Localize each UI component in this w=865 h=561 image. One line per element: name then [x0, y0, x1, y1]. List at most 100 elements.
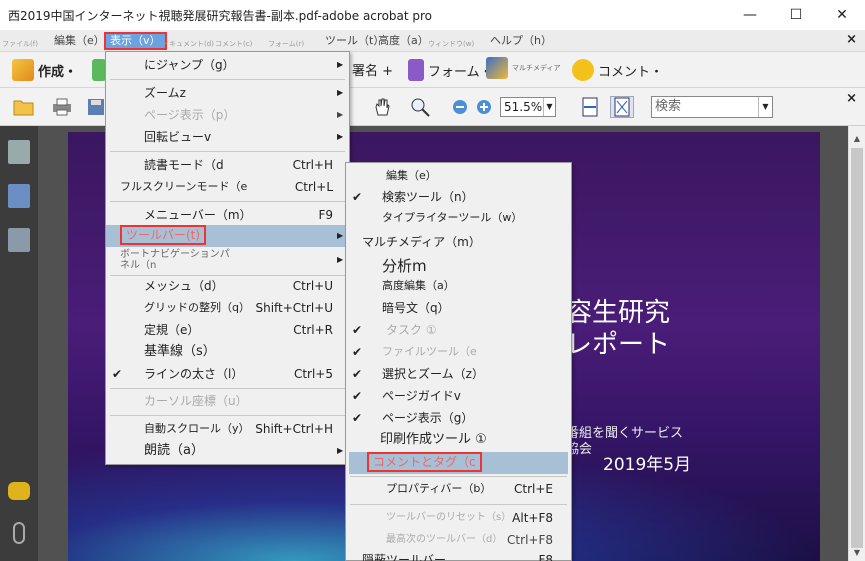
- zoom-level-input[interactable]: 51.5% ▼: [500, 97, 556, 117]
- search-dropdown-icon[interactable]: ▼: [758, 97, 772, 117]
- menu-edit[interactable]: 編集（e）: [54, 32, 105, 50]
- window-title: 西2019中国インターネット視聴発展研究報告書-副本.pdf-adobe acr…: [8, 8, 433, 23]
- signatures-icon[interactable]: [8, 228, 30, 252]
- submenu-item-tasks[interactable]: ✔ タスク ①: [346, 319, 571, 341]
- checkmark-icon: ✔: [352, 389, 363, 403]
- menu-separator: [110, 79, 345, 80]
- multimedia-icon: [486, 57, 508, 79]
- vertical-scrollbar[interactable]: ▲ ▼: [848, 126, 865, 561]
- menu-item-toolbars[interactable]: ツールバー(t) ▶: [106, 225, 349, 247]
- submenu-item-reset-toolbars[interactable]: ツールバーのリセット（s） Alt+F8: [346, 507, 571, 529]
- menu-item-menu-bar[interactable]: メニューバー（m） F9: [106, 204, 349, 226]
- submenu-item-analysis[interactable]: 分析m: [346, 255, 571, 277]
- submenu-arrow-icon: ▶: [337, 110, 344, 119]
- menu-advanced[interactable]: 高度（a）: [378, 32, 429, 50]
- close-button[interactable]: ✕: [819, 0, 865, 30]
- menu-item-auto-scroll[interactable]: 自動スクロール（y） Shift+Ctrl+H: [106, 418, 349, 440]
- attachments-icon[interactable]: [13, 522, 25, 544]
- comment-icon: [572, 59, 594, 81]
- menu-item-full-screen[interactable]: フルスクリーンモード（e Ctrl+L: [106, 176, 349, 198]
- menu-item-guides[interactable]: 基準線（s）: [106, 341, 349, 363]
- menu-separator: [350, 476, 567, 477]
- menu-item-zoom[interactable]: ズームz ▶: [106, 82, 349, 104]
- close-toolbar-icon[interactable]: ×: [846, 91, 857, 106]
- comment-button[interactable]: コメント・: [572, 59, 663, 81]
- marquee-zoom-icon[interactable]: [408, 96, 432, 118]
- create-button[interactable]: 作成・: [12, 59, 77, 81]
- submenu-arrow-icon: ▶: [337, 132, 344, 141]
- close-doc-icon[interactable]: ×: [846, 32, 857, 47]
- multimedia-button[interactable]: マルチメディア: [486, 57, 561, 79]
- scroll-down-icon[interactable]: ▼: [849, 548, 865, 557]
- create-label: 作成・: [38, 64, 78, 80]
- menu-view[interactable]: 表示（v）: [104, 32, 167, 50]
- checkmark-icon: ✔: [352, 323, 363, 337]
- combine-button[interactable]: [92, 59, 106, 81]
- submenu-arrow-icon: ▶: [337, 60, 344, 69]
- submenu-arrow-icon: ▶: [337, 231, 344, 240]
- hand-tool-icon[interactable]: [370, 96, 394, 118]
- submenu-item-find[interactable]: ✔ 検索ツール（n）: [346, 186, 571, 208]
- bookmarks-icon[interactable]: [8, 184, 30, 208]
- print-icon[interactable]: [50, 96, 74, 118]
- menu-item-read-mode[interactable]: 読書モード（d Ctrl+H: [106, 154, 349, 176]
- zoom-in-icon[interactable]: [472, 96, 496, 118]
- create-icon: [12, 59, 34, 81]
- scroll-up-icon[interactable]: ▲: [849, 134, 865, 143]
- submenu-item-edit[interactable]: 編集（e）: [346, 165, 571, 187]
- menu-item-cursor-coordinates[interactable]: カーソル座標（u）: [106, 390, 349, 412]
- menu-item-navigation-panels[interactable]: ボートナビゲーションパネル（n ▶: [106, 247, 349, 273]
- plus-icon: [92, 59, 106, 81]
- search-placeholder: 検索: [655, 99, 682, 114]
- zoom-dropdown-icon[interactable]: ▼: [543, 98, 555, 116]
- submenu-item-print-production[interactable]: 印刷作成ツール ①: [346, 429, 571, 451]
- pages-icon[interactable]: [8, 140, 30, 164]
- submenu-item-properties-bar[interactable]: プロパティバー（b） Ctrl+E: [346, 478, 571, 500]
- menu-item-mesh[interactable]: メッシュ（d） Ctrl+U: [106, 275, 349, 297]
- submenu-item-page-guide[interactable]: ✔ ページガイドv: [346, 385, 571, 407]
- open-folder-icon[interactable]: [12, 96, 36, 118]
- multimedia-label: マルチメディア: [512, 64, 561, 72]
- menu-item-snap-grid[interactable]: グリッドの整列（q） Shift+Ctrl+U: [106, 297, 349, 319]
- minimize-button[interactable]: —: [727, 0, 773, 30]
- submenu-item-file[interactable]: ✔ ファイルツール（e: [346, 341, 571, 363]
- toolbars-submenu: 編集（e） ✔ 検索ツール（n） タイプライターツール（w） マルチメディア（m…: [345, 162, 572, 561]
- submenu-item-select-zoom[interactable]: ✔ 選択とズーム（z）: [346, 363, 571, 385]
- menu-item-line-weights[interactable]: ✔ ラインの太さ（l） Ctrl+5: [106, 363, 349, 385]
- submenu-item-advanced-editing[interactable]: 高度編集（a）: [346, 275, 571, 297]
- maximize-button[interactable]: ☐: [773, 0, 819, 30]
- checkmark-icon: ✔: [352, 190, 363, 204]
- submenu-arrow-icon: ▶: [337, 88, 344, 97]
- menu-item-rotate-view[interactable]: 回転ビューv ▶: [106, 126, 349, 148]
- submenu-item-redaction[interactable]: 暗号文（q）: [346, 297, 571, 319]
- submenu-arrow-icon: ▶: [337, 446, 344, 455]
- menu-separator: [110, 415, 345, 416]
- fit-page-icon[interactable]: [610, 96, 634, 118]
- submenu-item-page-display[interactable]: ✔ ページ表示（g）: [346, 407, 571, 429]
- menu-item-page-display[interactable]: ページ表示（p） ▶: [106, 104, 349, 126]
- menu-help[interactable]: ヘルプ（h）: [490, 32, 552, 50]
- submenu-item-comment-markup[interactable]: コメントとタグ（c: [349, 452, 568, 474]
- sign-button[interactable]: 署名 +: [352, 60, 393, 79]
- menu-item-goto[interactable]: にジャンプ（g） ▶: [106, 54, 349, 76]
- menu-item-rulers[interactable]: 定規（e） Ctrl+R: [106, 319, 349, 341]
- menu-tools[interactable]: ツール（t）: [325, 32, 384, 50]
- comment-label: コメント・: [598, 64, 664, 80]
- menu-separator: [110, 201, 345, 202]
- forms-button[interactable]: フォーム・: [408, 59, 493, 81]
- menu-item-read-aloud[interactable]: 朗読（a） ▶: [106, 440, 349, 462]
- navigation-pane: [0, 126, 38, 561]
- search-input[interactable]: 検索 ▼: [651, 96, 773, 118]
- view-menu: にジャンプ（g） ▶ ズームz ▶ ページ表示（p） ▶ 回転ビューv ▶ 読書…: [105, 51, 350, 465]
- menu-bar: ファイル(f) 編集（e） 表示（v） ドキュメント(d) コメント(c) フォ…: [0, 30, 865, 52]
- submenu-item-dock-toolbars[interactable]: 最高次のツールバー（d） Ctrl+F8: [346, 529, 571, 551]
- submenu-item-multimedia[interactable]: マルチメディア（m）: [346, 231, 571, 253]
- scroll-thumb[interactable]: [851, 148, 863, 548]
- fit-width-icon[interactable]: [578, 96, 602, 118]
- zoom-out-icon[interactable]: [448, 96, 472, 118]
- submenu-item-hide-toolbars[interactable]: 隠蔽ツールバー F8: [346, 549, 571, 561]
- checkmark-icon: ✔: [352, 345, 363, 359]
- comments-icon[interactable]: [8, 482, 30, 500]
- doc-date: 2019年5月: [603, 455, 692, 475]
- submenu-item-typewriter[interactable]: タイプライターツール（w）: [346, 207, 571, 229]
